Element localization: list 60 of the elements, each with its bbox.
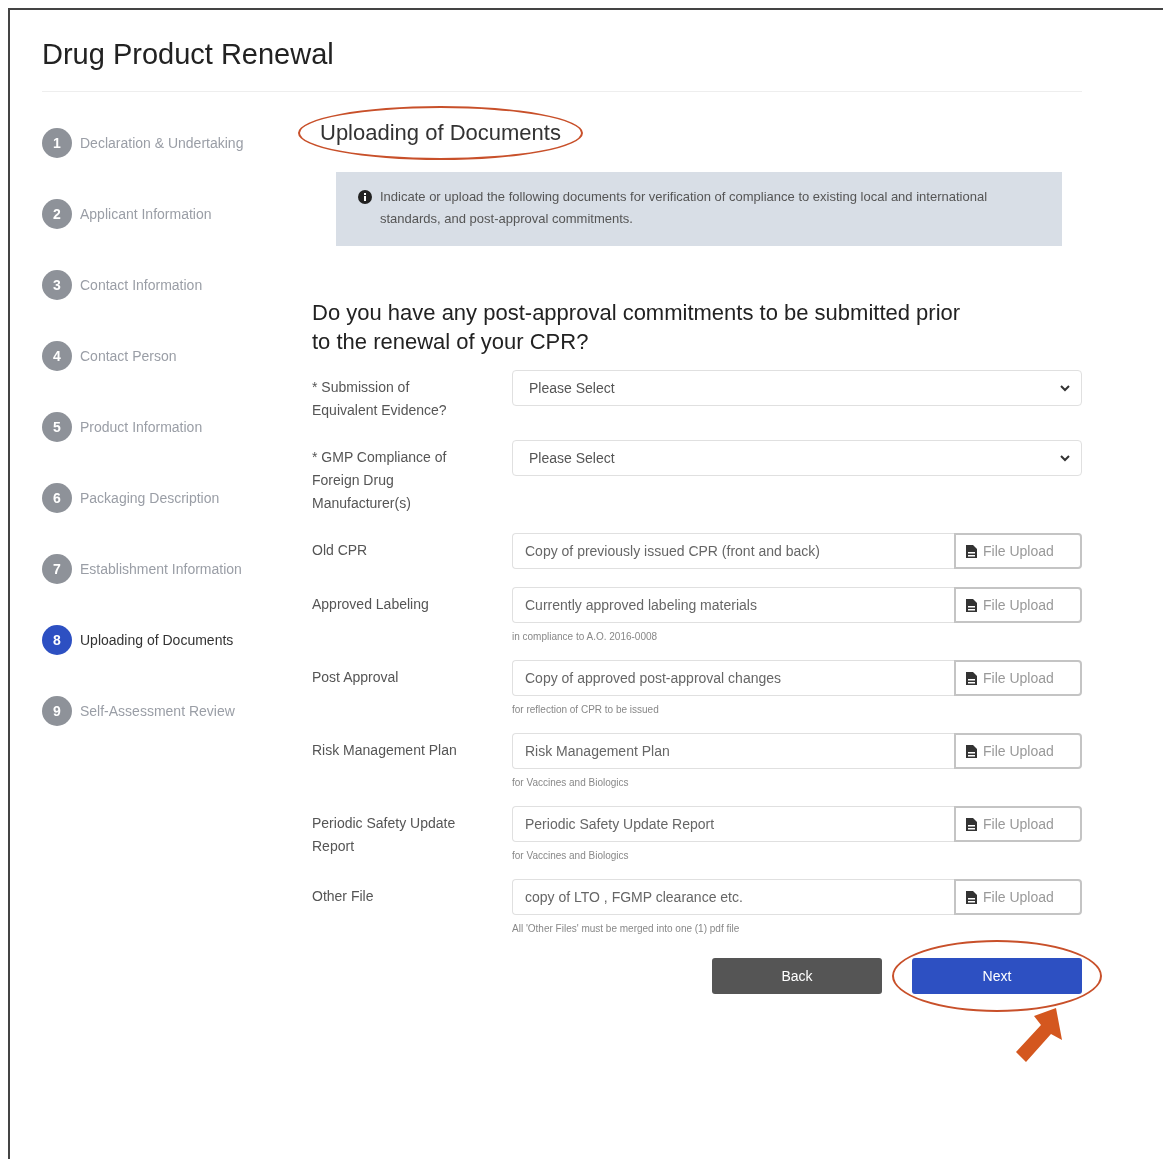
step-label[interactable]: Product Information [80, 419, 203, 435]
field-label: Risk Management Plan [312, 741, 458, 760]
field-label: * GMP Compliance of Foreign Drug Manufacturer(s) [312, 448, 448, 513]
input-field[interactable]: Copy of previously issued CPR (front and back) [512, 533, 954, 569]
input-field[interactable]: Currently approved labeling materials [512, 587, 954, 623]
field-hint: for Vaccines and Biologics [512, 850, 630, 861]
file-icon [966, 544, 977, 558]
step-label[interactable]: Applicant Information [80, 206, 212, 222]
file-upload-button[interactable]: File Upload [954, 806, 1082, 842]
step-label[interactable]: Packaging Description [80, 490, 220, 506]
next-button[interactable]: Next [912, 958, 1082, 994]
step-number[interactable]: 9 [42, 696, 72, 726]
file-icon [966, 744, 977, 758]
step-number[interactable]: 1 [42, 128, 72, 158]
file-upload-button[interactable]: File Upload [954, 660, 1082, 696]
step-number[interactable]: 7 [42, 554, 72, 584]
step-label[interactable]: Establishment Information [80, 561, 242, 577]
select-field[interactable]: Please Select [512, 370, 1082, 406]
caret-icon [1059, 452, 1071, 464]
step-label[interactable]: Contact Person [80, 348, 177, 364]
file-icon [966, 671, 977, 685]
input-field[interactable]: Risk Management Plan [512, 733, 954, 769]
file-icon [966, 817, 977, 831]
input-field[interactable]: copy of LTO , FGMP clearance etc. [512, 879, 954, 915]
select-field[interactable]: Please Select [512, 440, 1082, 476]
field-label: * Submission of Equivalent Evidence? [312, 378, 448, 420]
field-label: Post Approval [312, 668, 400, 687]
file-upload-button[interactable]: File Upload [954, 733, 1082, 769]
caret-icon [1059, 382, 1071, 394]
step-number[interactable]: 4 [42, 341, 72, 371]
file-icon [966, 890, 977, 904]
page-title: Drug Product Renewal [42, 38, 1082, 92]
step-number[interactable]: 2 [42, 199, 72, 229]
back-button[interactable]: Back [712, 958, 882, 994]
file-upload-button[interactable]: File Upload [954, 533, 1082, 569]
step-label[interactable]: Uploading of Documents [80, 632, 234, 648]
field-label: Other File [312, 887, 375, 906]
field-label: Periodic Safety Update Report [312, 814, 457, 856]
info-text: Indicate or upload the following documents for verification of compliance to existing local and international standards, and post-approval commitments. [380, 188, 989, 228]
info-icon [358, 190, 372, 204]
field-hint: for Vaccines and Biologics [512, 777, 630, 788]
file-upload-button[interactable]: File Upload [954, 879, 1082, 915]
input-field[interactable]: Periodic Safety Update Report [512, 806, 954, 842]
field-hint: All 'Other Files' must be merged into one (1) pdf file [512, 923, 741, 934]
step-number[interactable]: 6 [42, 483, 72, 513]
file-upload-button[interactable]: File Upload [954, 587, 1082, 623]
section-title: Uploading of Documents [298, 106, 583, 160]
step-number[interactable]: 3 [42, 270, 72, 300]
file-icon [966, 598, 977, 612]
field-label: Approved Labeling [312, 595, 430, 614]
step-number[interactable]: 8 [42, 625, 72, 655]
input-field[interactable]: Copy of approved post-approval changes [512, 660, 954, 696]
step-label[interactable]: Contact Information [80, 277, 203, 293]
step-number[interactable]: 5 [42, 412, 72, 442]
field-hint: in compliance to A.O. 2016-0008 [512, 631, 659, 642]
step-label[interactable]: Self-Assessment Review [80, 703, 235, 719]
question-heading: Do you have any post-approval commitments to be submitted prior to the renewal of your CPR? [312, 299, 962, 356]
field-hint: for reflection of CPR to be issued [512, 704, 660, 715]
field-label: Old CPR [312, 541, 369, 560]
step-label[interactable]: Declaration & Undertaking [80, 135, 244, 151]
